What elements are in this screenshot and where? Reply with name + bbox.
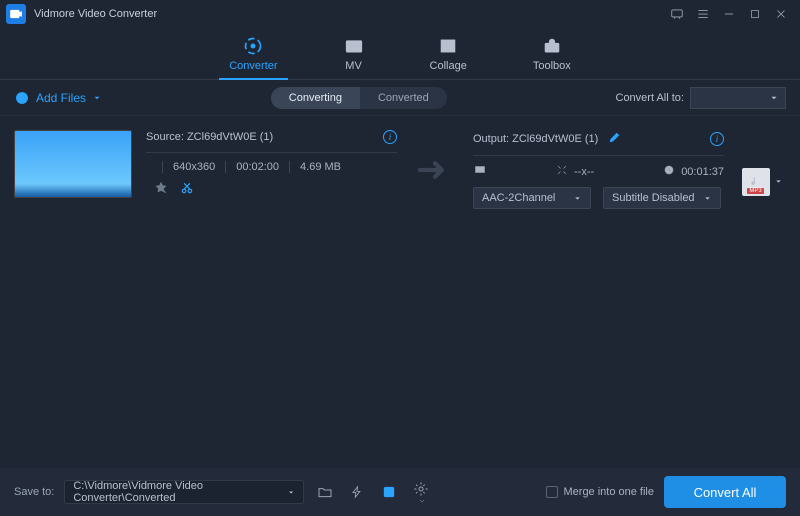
arrow-icon — [411, 130, 459, 209]
tab-mv[interactable]: MV — [340, 28, 368, 79]
audio-value: AAC-2Channel — [482, 192, 555, 204]
convert-all-to-dropdown[interactable] — [690, 87, 786, 109]
subtitle-dropdown[interactable]: Subtitle Disabled — [603, 187, 721, 209]
tab-label: Toolbox — [533, 60, 571, 72]
main-tabs: Converter MV Collage Toolbox — [0, 28, 800, 80]
edit-icon[interactable] — [608, 130, 622, 147]
chevron-down-icon — [703, 194, 712, 203]
save-to-label: Save to: — [14, 486, 54, 498]
add-files-label: Add Files — [36, 91, 86, 105]
output-format[interactable]: MP3 — [738, 130, 786, 209]
pill-converted[interactable]: Converted — [360, 87, 447, 109]
add-files-button[interactable]: Add Files — [14, 90, 102, 106]
chevron-down-icon — [769, 93, 779, 103]
tab-label: Collage — [430, 60, 467, 72]
output-label: Output: ZCl69dVtW0E (1) — [473, 133, 598, 145]
bottom-bar: Save to: C:\Vidmore\Vidmore Video Conver… — [0, 468, 800, 516]
output-scale: --x-- — [574, 166, 594, 178]
menu-icon[interactable] — [690, 1, 716, 27]
merge-checkbox[interactable]: Merge into one file — [546, 486, 655, 498]
aspect-icon — [473, 164, 487, 179]
settings-icon[interactable] — [410, 481, 432, 503]
tab-collage[interactable]: Collage — [426, 28, 471, 79]
chevron-down-icon — [287, 488, 295, 497]
source-size: 4.69 MB — [300, 161, 341, 173]
pill-converting[interactable]: Converting — [271, 87, 360, 109]
audio-dropdown[interactable]: AAC-2Channel — [473, 187, 591, 209]
format-icon: MP3 — [742, 168, 770, 196]
output-column: Output: ZCl69dVtW0E (1) i --x-- 00:01:37… — [473, 130, 724, 209]
subtitle-value: Subtitle Disabled — [612, 192, 695, 204]
feedback-icon[interactable] — [664, 1, 690, 27]
info-icon[interactable]: i — [383, 130, 397, 144]
cut-icon[interactable] — [180, 181, 194, 198]
maximize-icon[interactable] — [742, 1, 768, 27]
output-duration: 00:01:37 — [681, 166, 724, 178]
close-icon[interactable] — [768, 1, 794, 27]
chevron-down-icon — [774, 177, 783, 186]
clock-icon — [663, 164, 675, 179]
tab-converter[interactable]: Converter — [225, 28, 281, 79]
save-path-value: C:\Vidmore\Vidmore Video Converter\Conve… — [73, 480, 287, 504]
convert-all-to-label: Convert All to: — [616, 92, 684, 104]
titlebar: Vidmore Video Converter — [0, 0, 800, 28]
toolbar: Add Files Converting Converted Convert A… — [0, 80, 800, 116]
star-icon[interactable] — [154, 181, 168, 198]
app-logo — [6, 4, 26, 24]
expand-icon — [556, 164, 568, 179]
tab-toolbox[interactable]: Toolbox — [529, 28, 575, 79]
source-column: Source: ZCl69dVtW0E (1) i 640x360 00:02:… — [146, 130, 397, 209]
source-resolution: 640x360 — [173, 161, 215, 173]
status-segment: Converting Converted — [271, 87, 447, 109]
gpu-icon[interactable] — [378, 481, 400, 503]
info-icon[interactable]: i — [710, 132, 724, 146]
minimize-icon[interactable] — [716, 1, 742, 27]
lightning-off-icon[interactable] — [346, 481, 368, 503]
chevron-down-icon — [573, 194, 582, 203]
source-duration: 00:02:00 — [236, 161, 279, 173]
save-path-dropdown[interactable]: C:\Vidmore\Vidmore Video Converter\Conve… — [64, 480, 304, 504]
format-badge: MP3 — [747, 188, 763, 194]
convert-all-label: Convert All — [694, 485, 757, 500]
video-thumbnail[interactable] — [14, 130, 132, 198]
convert-all-button[interactable]: Convert All — [664, 476, 786, 508]
conversion-item: Source: ZCl69dVtW0E (1) i 640x360 00:02:… — [0, 116, 800, 223]
tab-label: MV — [345, 60, 362, 72]
open-folder-icon[interactable] — [314, 481, 336, 503]
source-label: Source: ZCl69dVtW0E (1) — [146, 131, 273, 143]
tab-label: Converter — [229, 60, 277, 72]
window-title: Vidmore Video Converter — [34, 8, 157, 20]
merge-label: Merge into one file — [564, 486, 655, 498]
chevron-down-icon — [92, 93, 102, 103]
checkbox-icon — [546, 486, 558, 498]
chevron-down-icon — [418, 497, 426, 505]
